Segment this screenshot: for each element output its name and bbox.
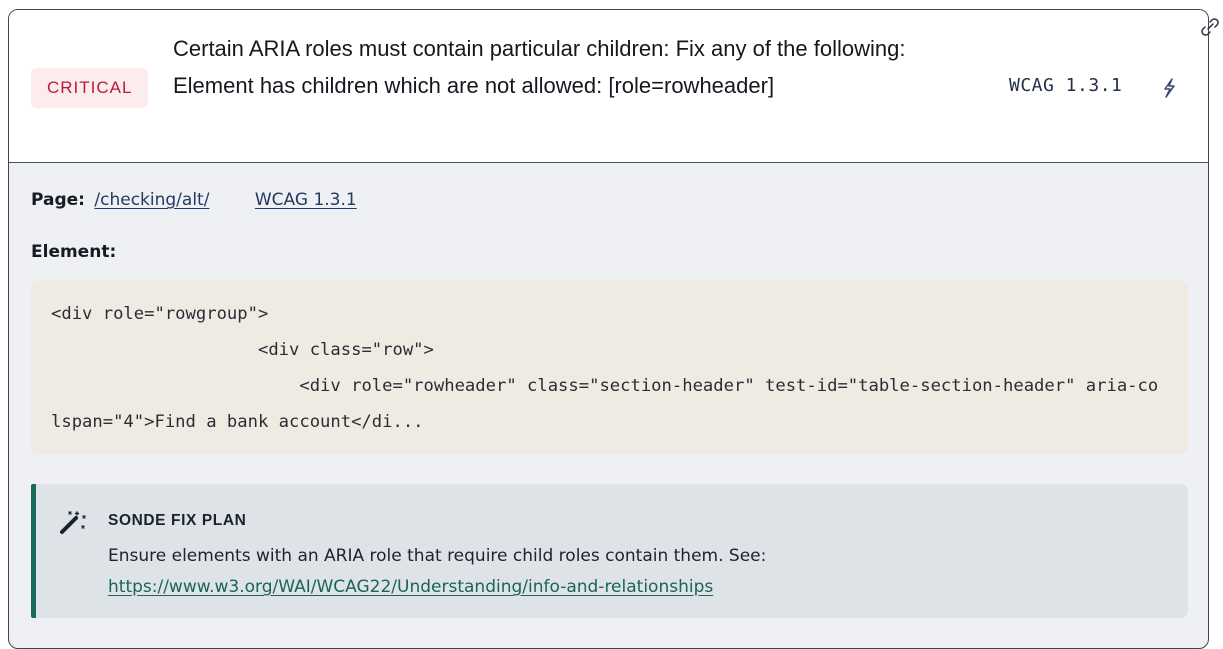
fix-plan-panel: SONDE FIX PLAN Ensure elements with an A… [31,484,1188,618]
issue-header[interactable]: CRITICAL Certain ARIA roles must contain… [9,10,1208,163]
bolt-icon[interactable] [1159,77,1179,99]
issue-title: Certain ARIA roles must contain particul… [173,36,906,98]
page-label: Page: [31,190,85,210]
meta-row: Page: /checking/alt/ WCAG 1.3.1 [31,190,357,210]
link-icon[interactable] [1199,16,1221,38]
severity-badge: CRITICAL [31,68,149,108]
fix-plan-text: Ensure elements with an ARIA role that r… [108,541,1168,603]
fix-plan-link[interactable]: https://www.w3.org/WAI/WCAG22/Understand… [108,577,713,597]
wcag-tag: WCAG 1.3.1 [1009,75,1123,96]
issue-card: CRITICAL Certain ARIA roles must contain… [8,9,1209,649]
element-label: Element: [31,242,117,262]
fix-plan-description: Ensure elements with an ARIA role that r… [108,546,767,566]
magic-wand-icon [60,511,86,534]
wcag-link[interactable]: WCAG 1.3.1 [255,190,357,210]
element-code-block: <div role="rowgroup"> <div class="row"> … [31,280,1188,454]
page-link[interactable]: /checking/alt/ [94,190,209,210]
fix-plan-title: SONDE FIX PLAN [108,512,247,529]
